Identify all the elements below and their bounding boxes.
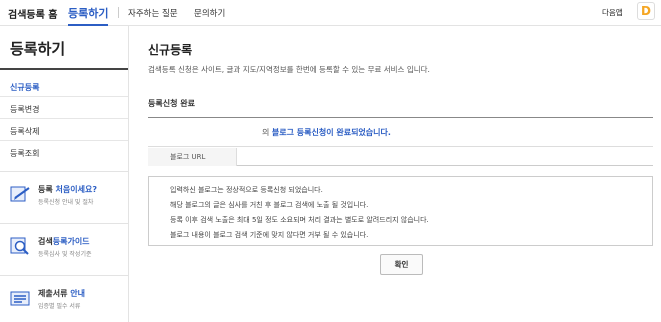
confirm-button[interactable]: 확인 [380,254,423,275]
nav-qna-link[interactable]: 문의하기 [194,7,225,19]
notice-line: 해당 블로그의 글은 심사를 거친 후 블로그 검색에 노출 될 것입니다. [170,201,369,209]
blog-url-label: 블로그 URL [170,153,206,161]
sidebar-item-lookup[interactable]: 등록조회 [10,148,39,159]
pencil-icon [10,186,30,202]
promo-subtitle: 등록신청 안내 및 절차 [38,199,94,206]
magnifier-icon [10,237,29,255]
notice-box: 입력하신 블로그는 정상적으로 등록신청 되었습니다. 해당 블로그의 글은 심… [148,176,653,246]
promo-guide[interactable]: 검색등록가이드 등록심사 및 작성기준 [0,223,128,269]
promo-title: 검색등록가이드 [38,237,90,246]
daum-logo-letter: D [641,4,651,18]
sidebar-title-divider [0,68,128,70]
sidebar-item-new[interactable]: 신규등록 [10,82,39,93]
nav-register-tab[interactable]: 등록하기 [68,5,109,26]
result-message-row: 의 블로그 등록신청이 완료되었습니다. [148,118,653,147]
page-title: 신규등록 [148,43,193,57]
sidebar-item-change[interactable]: 등록변경 [10,104,39,115]
promo-title: 제출서류 안내 [38,289,85,298]
promo-documents[interactable]: 제출서류 안내 입증별 필수 서류 [0,275,128,321]
result-table: 의 블로그 등록신청이 완료되었습니다. 블로그 URL [148,117,653,166]
promo-title: 등록 처음이세요? [38,185,97,194]
section-title: 등록신청 완료 [148,99,195,108]
nav-divider [118,7,119,18]
top-nav: 검색등록 홈 등록하기 자주하는 질문 문의하기 다음앱 D [0,0,661,26]
notice-line: 등록 이후 검색 노출은 최대 5일 정도 소요되며 처리 결과는 별도로 알려… [170,216,429,224]
nav-home-link[interactable]: 검색등록 홈 [8,6,57,21]
promo-subtitle: 등록심사 및 작성기준 [38,251,92,258]
document-icon [10,291,30,306]
sidebar-divider [0,96,128,97]
nav-faq-link[interactable]: 자주하는 질문 [128,7,178,19]
notice-line: 블로그 내용이 블로그 검색 기준에 맞지 않다면 거부 될 수 있습니다. [170,231,369,239]
sidebar-border [128,26,129,322]
sidebar-divider [0,140,128,141]
promo-subtitle: 입증별 필수 서류 [38,303,81,310]
page-description: 검색등록 신청은 사이트, 글과 지도/지역정보를 한번에 등록할 수 있는 무… [148,65,430,74]
daum-logo-icon[interactable]: D [637,2,655,20]
daum-app-link[interactable]: 다음앱 [602,7,623,18]
blog-url-label-cell: 블로그 URL [148,148,237,166]
blog-url-row: 블로그 URL [148,148,653,166]
sidebar-title: 등록하기 [10,40,66,58]
sidebar-divider [0,118,128,119]
result-message: 의 블로그 등록신청이 완료되었습니다. [262,128,391,137]
promo-first-time[interactable]: 등록 처음이세요? 등록신청 안내 및 절차 [0,171,128,217]
notice-line: 입력하신 블로그는 정상적으로 등록신청 되었습니다. [170,186,323,194]
sidebar-item-delete[interactable]: 등록삭제 [10,126,39,137]
